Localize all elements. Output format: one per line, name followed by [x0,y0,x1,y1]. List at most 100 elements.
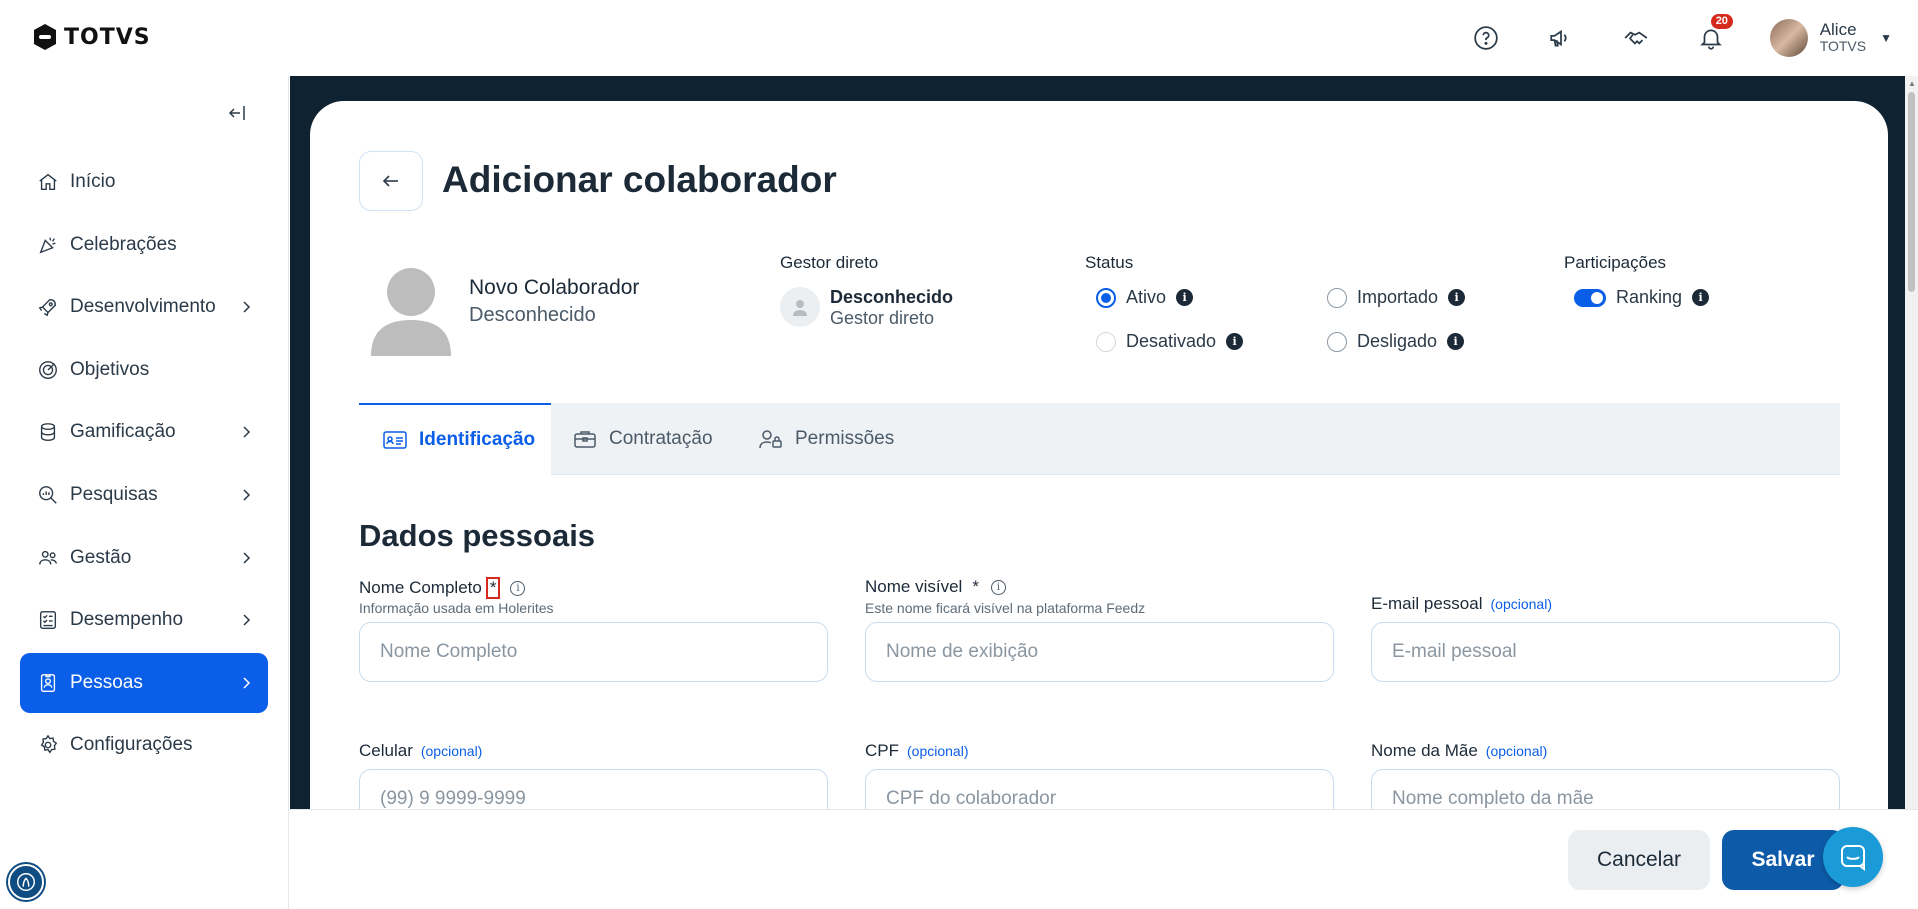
accessibility-icon[interactable] [8,864,44,900]
email-pessoal-input[interactable] [1371,622,1840,682]
tab-label: Permissões [795,428,895,449]
handshake-icon[interactable] [1620,22,1652,54]
gestor-avatar[interactable] [780,287,820,327]
section-title: Dados pessoais [359,518,596,553]
page-scrollbar[interactable]: ▲ [1905,76,1918,809]
help-icon[interactable] [1470,22,1502,54]
avatar [1769,19,1808,57]
sidebar-item-celebracoes[interactable]: Celebrações [20,215,268,275]
sidebar-item-pessoas[interactable]: Pessoas [20,652,268,713]
toggle-switch[interactable] [1574,288,1606,307]
info-icon[interactable]: i [1448,289,1466,306]
status-desativado-radio[interactable]: Desativado i [1096,331,1244,352]
ranking-toggle[interactable]: Ranking i [1574,287,1710,308]
field-label-text: Nome Completo [359,578,482,597]
field-label-text: Celular [359,741,413,760]
totvs-logo[interactable]: TOTVS [32,23,151,51]
sidebar-item-pesquisas[interactable]: Pesquisas [20,465,268,525]
users-icon [36,546,60,570]
celular-label: Celular (opcional) [359,741,482,761]
nome-mae-input[interactable] [1371,769,1840,809]
badge-icon [36,671,60,695]
nome-mae-label: Nome da Mãe (opcional) [1371,741,1547,761]
radio-label: Ativo [1126,287,1167,307]
sidebar-item-objetivos[interactable]: Objetivos [20,340,268,400]
nome-completo-input[interactable] [359,622,828,682]
sidebar-nav: Início Celebrações Desenvolvimento Objet… [20,152,268,778]
required-asterisk: * [485,577,501,599]
notification-badge: 20 [1710,14,1733,29]
info-icon[interactable]: i [1692,289,1710,306]
sidebar-item-label: Gestão [70,546,132,568]
scroll-up-icon[interactable]: ▲ [1908,79,1916,88]
radio-label: Desativado [1126,331,1217,351]
coins-icon [36,420,60,444]
info-icon[interactable]: i [990,579,1006,595]
sidebar-item-label: Gamificação [70,421,176,443]
chat-icon[interactable] [1823,827,1883,887]
required-asterisk: * [972,577,979,596]
radio-unchecked [1096,331,1116,352]
sidebar: Início Celebrações Desenvolvimento Objet… [0,76,289,909]
sidebar-item-desenvolvimento[interactable]: Desenvolvimento [20,277,268,337]
nome-completo-help: Informação usada em Holerites [359,600,554,616]
user-org: TOTVS [1819,38,1867,54]
field-label-text: Nome da Mãe [1371,741,1478,760]
tab-identificacao[interactable]: Identificação [359,403,551,475]
nome-visivel-help: Este nome ficará visível na plataforma F… [865,600,1146,616]
status-ativo-radio[interactable]: Ativo i [1096,287,1194,308]
rocket-icon [36,295,60,319]
gestor-name[interactable]: Desconhecido [830,287,953,308]
user-placeholder-icon [793,300,807,316]
caret-down-icon: ▼ [1880,31,1892,45]
chevron-right-icon [243,677,251,689]
sidebar-item-configuracoes[interactable]: Configurações [20,715,268,775]
nome-visivel-input[interactable] [865,622,1334,682]
tab-label: Contratação [609,428,713,449]
sidebar-item-label: Desenvolvimento [70,296,216,318]
sidebar-item-label: Objetivos [70,358,150,380]
back-button[interactable] [359,151,423,211]
user-menu[interactable]: Alice TOTVS ▼ [1769,19,1892,57]
gestor-subtitle: Gestor direto [830,308,935,328]
page-title: Adicionar colaborador [442,159,837,200]
user-placeholder-icon[interactable] [369,266,453,356]
radio-label: Desligado [1357,331,1438,351]
info-icon[interactable]: i [1447,333,1465,350]
form-footer: Cancelar Salvar [290,809,1918,909]
sidebar-item-label: Pessoas [70,671,143,693]
nome-completo-label: Nome Completo * i [359,577,526,599]
info-icon[interactable]: i [1176,289,1194,306]
status-label: Status [1085,253,1134,272]
chevron-right-icon [243,426,251,438]
collapse-sidebar-icon[interactable] [224,100,250,126]
search-chart-icon [36,483,60,507]
participacoes-label: Participações [1564,253,1667,272]
status-desligado-radio[interactable]: Desligado i [1327,331,1465,352]
cpf-input[interactable] [865,769,1334,809]
arrow-left-icon [382,175,398,187]
celular-input[interactable] [359,769,828,809]
radio-label: Importado [1357,287,1439,307]
sidebar-item-gamificacao[interactable]: Gamificação [20,402,268,462]
party-icon [36,233,60,257]
sidebar-item-label: Configurações [70,734,193,756]
bell-icon[interactable]: 20 [1695,14,1733,54]
sidebar-item-desempenho[interactable]: Desempenho [20,590,268,650]
info-icon[interactable]: i [1226,333,1244,350]
nome-visivel-label: Nome visível * i [865,577,1006,597]
info-icon[interactable]: i [510,580,526,596]
sidebar-item-inicio[interactable]: Início [20,152,268,212]
field-label-text: CPF [865,741,899,760]
cancel-button[interactable]: Cancelar [1568,830,1710,890]
chevron-right-icon [243,552,251,564]
optional-tag: (opcional) [420,743,483,759]
megaphone-icon[interactable] [1545,22,1577,54]
email-pessoal-label: E-mail pessoal (opcional) [1371,594,1552,614]
tab-contratacao[interactable]: Contratação [573,403,713,475]
sidebar-item-gestao[interactable]: Gestão [20,528,268,588]
scroll-thumb[interactable] [1908,92,1915,292]
field-label-text: E-mail pessoal [1371,594,1483,613]
tab-permissoes[interactable]: Permissões [759,403,894,475]
status-importado-radio[interactable]: Importado i [1327,287,1466,308]
